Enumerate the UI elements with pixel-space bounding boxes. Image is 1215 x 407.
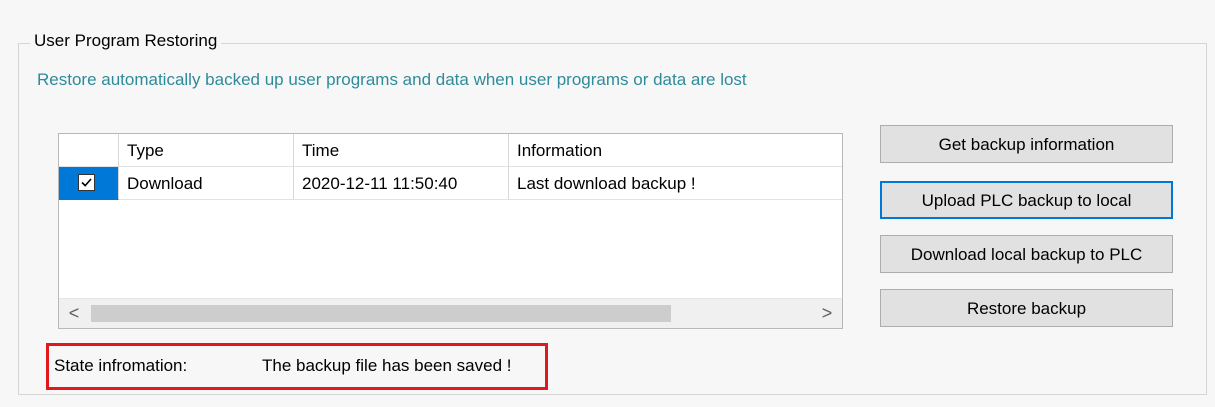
state-value: The backup file has been saved ! xyxy=(262,356,512,375)
group-description: Restore automatically backed up user pro… xyxy=(37,70,747,89)
table-header: Type Time Information xyxy=(59,134,842,167)
scroll-right-arrow-icon[interactable]: > xyxy=(812,299,842,328)
column-header-information[interactable]: Information xyxy=(509,134,842,167)
restore-backup-button[interactable]: Restore backup xyxy=(880,289,1173,327)
horizontal-scrollbar[interactable]: < > xyxy=(59,298,842,328)
group-title: User Program Restoring xyxy=(30,29,222,53)
upload-plc-backup-button[interactable]: Upload PLC backup to local xyxy=(880,181,1173,219)
row-checkbox[interactable] xyxy=(78,174,95,191)
restore-panel: User Program Restoring Restore automatic… xyxy=(0,0,1215,407)
column-header-time[interactable]: Time xyxy=(294,134,509,167)
column-header-select xyxy=(59,134,119,167)
backup-table[interactable]: Type Time Information Download 2020-12-1… xyxy=(58,133,843,329)
get-backup-information-button[interactable]: Get backup information xyxy=(880,125,1173,163)
scroll-thumb[interactable] xyxy=(91,305,671,322)
column-header-type[interactable]: Type xyxy=(119,134,294,167)
row-type: Download xyxy=(119,167,294,200)
download-local-backup-button[interactable]: Download local backup to PLC xyxy=(880,235,1173,273)
row-information: Last download backup ! xyxy=(509,167,842,200)
scroll-left-arrow-icon[interactable]: < xyxy=(59,299,89,328)
row-time: 2020-12-11 11:50:40 xyxy=(294,167,509,200)
row-select-cell[interactable] xyxy=(59,167,119,200)
state-label: State infromation: xyxy=(54,356,188,375)
table-row[interactable]: Download 2020-12-11 11:50:40 Last downlo… xyxy=(59,167,842,200)
checkmark-icon xyxy=(81,178,92,187)
